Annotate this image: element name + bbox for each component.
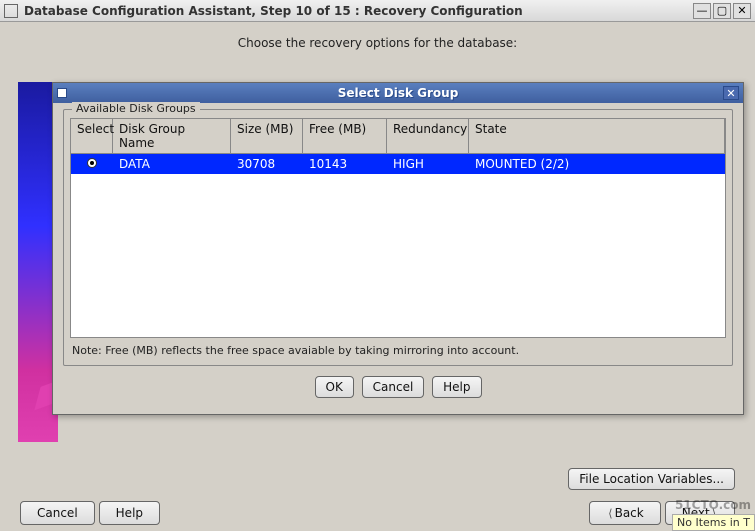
col-name: Disk Group Name (113, 119, 231, 153)
row-select-radio[interactable] (71, 154, 113, 174)
col-free: Free (MB) (303, 119, 387, 153)
dialog-body: Available Disk Groups Select Disk Group … (53, 103, 743, 414)
row-free: 10143 (303, 154, 387, 174)
dialog-title: Select Disk Group (73, 86, 723, 100)
dialog-close-button[interactable]: ✕ (723, 86, 739, 100)
select-disk-group-dialog: Select Disk Group ✕ Available Disk Group… (52, 82, 744, 415)
app-icon (4, 4, 18, 18)
wizard-cancel-button[interactable]: Cancel (20, 501, 95, 525)
wizard-back-button[interactable]: ⟨Back (589, 501, 660, 525)
col-redundancy: Redundancy (387, 119, 469, 153)
main-titlebar: Database Configuration Assistant, Step 1… (0, 0, 755, 22)
mirroring-note: Note: Free (MB) reflects the free space … (70, 338, 726, 359)
help-button[interactable]: Help (432, 376, 481, 398)
maximize-button[interactable]: ▢ (713, 3, 731, 19)
row-name: DATA (113, 154, 231, 174)
row-redundancy: HIGH (387, 154, 469, 174)
dialog-titlebar: Select Disk Group ✕ (53, 83, 743, 103)
intro-text: Choose the recovery options for the data… (8, 36, 747, 50)
back-label: Back (615, 506, 644, 520)
col-state: State (469, 119, 725, 153)
file-location-variables-button[interactable]: File Location Variables... (568, 468, 735, 490)
table-header-row: Select Disk Group Name Size (MB) Free (M… (71, 119, 725, 154)
cancel-button[interactable]: Cancel (362, 376, 425, 398)
tray-notification: No Items in T (672, 514, 755, 531)
disk-group-table: Select Disk Group Name Size (MB) Free (M… (70, 118, 726, 338)
watermark-main: 51CTO.com (675, 497, 751, 513)
wizard-help-button[interactable]: Help (99, 501, 160, 525)
col-select: Select (71, 119, 113, 153)
dialog-button-row: OK Cancel Help (63, 366, 733, 404)
row-size: 30708 (231, 154, 303, 174)
chevron-left-icon: ⟨ (608, 507, 612, 520)
row-state: MOUNTED (2/2) (469, 154, 725, 174)
close-button[interactable]: ✕ (733, 3, 751, 19)
window-title: Database Configuration Assistant, Step 1… (24, 4, 691, 18)
table-row[interactable]: DATA 30708 10143 HIGH MOUNTED (2/2) (71, 154, 725, 174)
dialog-system-icon (57, 88, 67, 98)
radio-icon (87, 158, 97, 168)
main-window: Database Configuration Assistant, Step 1… (0, 0, 755, 531)
available-disk-groups-box: Available Disk Groups Select Disk Group … (63, 109, 733, 366)
col-size: Size (MB) (231, 119, 303, 153)
wizard-bottom-bar: Cancel Help ⟨Back Next⟩ (0, 501, 755, 525)
minimize-button[interactable]: — (693, 3, 711, 19)
main-body: Choose the recovery options for the data… (0, 22, 755, 531)
ok-button[interactable]: OK (315, 376, 354, 398)
groupbox-legend: Available Disk Groups (72, 102, 200, 115)
